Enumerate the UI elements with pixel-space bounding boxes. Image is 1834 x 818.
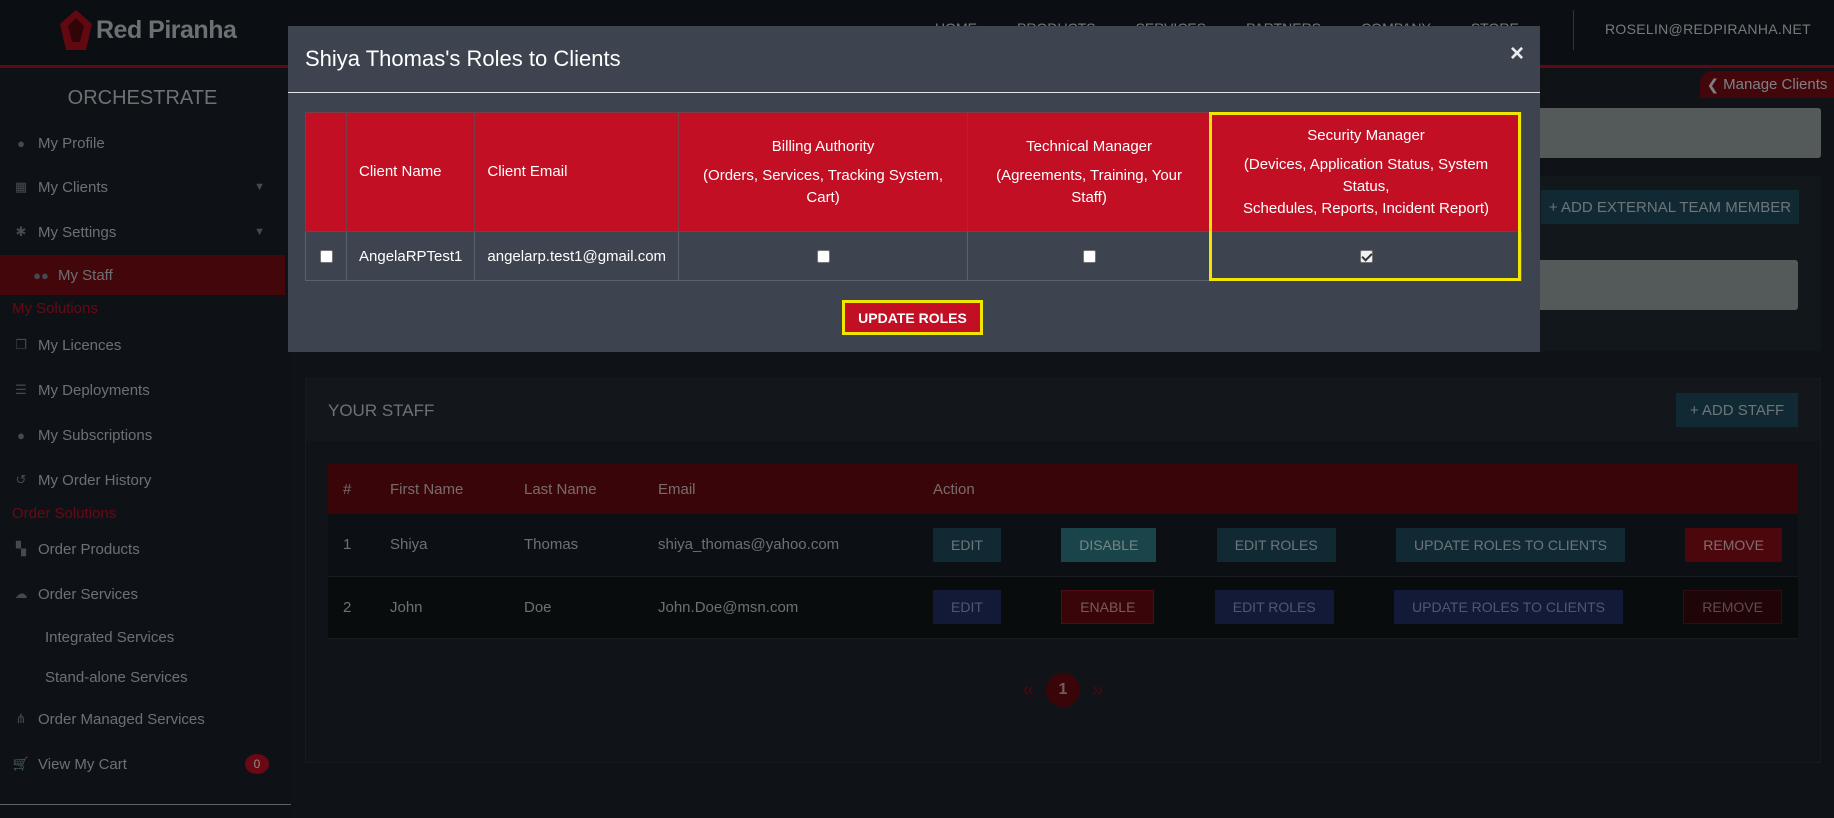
technical-manager-checkbox[interactable] [1082, 250, 1096, 264]
technical-manager-desc: (Agreements, Training, Your Staff) [996, 166, 1183, 206]
cell-security [1210, 231, 1522, 281]
col-client-name: Client Name [345, 112, 476, 232]
security-manager-desc-2: Schedules, Reports, Incident Report) [1243, 199, 1490, 217]
security-manager-title: Security Manager [1307, 126, 1425, 144]
close-icon[interactable]: × [1510, 40, 1524, 68]
col-client-email: Client Email [474, 112, 680, 232]
cell-client-email: angelarp.test1@gmail.com [474, 231, 680, 281]
security-manager-checkbox[interactable] [1359, 250, 1373, 264]
billing-authority-checkbox[interactable] [816, 250, 830, 264]
modal-header: Shiya Thomas's Roles to Clients × [288, 26, 1540, 93]
col-billing-authority: Billing Authority (Orders, Services, Tra… [678, 112, 969, 232]
col-security-manager: Security Manager (Devices, Application S… [1210, 112, 1522, 232]
technical-manager-title: Technical Manager [1026, 137, 1153, 155]
cell-billing [678, 231, 969, 281]
table-row: AngelaRPTest1 angelarp.test1@gmail.com [305, 231, 1522, 281]
roles-to-clients-modal: Shiya Thomas's Roles to Clients × Client… [288, 26, 1540, 352]
roles-header-row: Client Name Client Email Billing Authori… [305, 112, 1522, 232]
billing-authority-title: Billing Authority [771, 137, 875, 155]
update-roles-button[interactable]: UPDATE ROLES [842, 300, 983, 335]
col-technical-manager: Technical Manager (Agreements, Training,… [967, 112, 1212, 232]
cell-client-name: AngelaRPTest1 [345, 231, 476, 281]
client-roles-table: Client Name Client Email Billing Authori… [305, 112, 1522, 281]
cell-technical [967, 231, 1212, 281]
billing-authority-desc: (Orders, Services, Tracking System, Cart… [703, 166, 944, 206]
col-select [305, 112, 347, 232]
security-manager-desc: (Devices, Application Status, System Sta… [1243, 155, 1489, 195]
modal-title: Shiya Thomas's Roles to Clients [305, 46, 621, 71]
cell-select [305, 231, 347, 281]
row-select-checkbox[interactable] [319, 250, 333, 264]
